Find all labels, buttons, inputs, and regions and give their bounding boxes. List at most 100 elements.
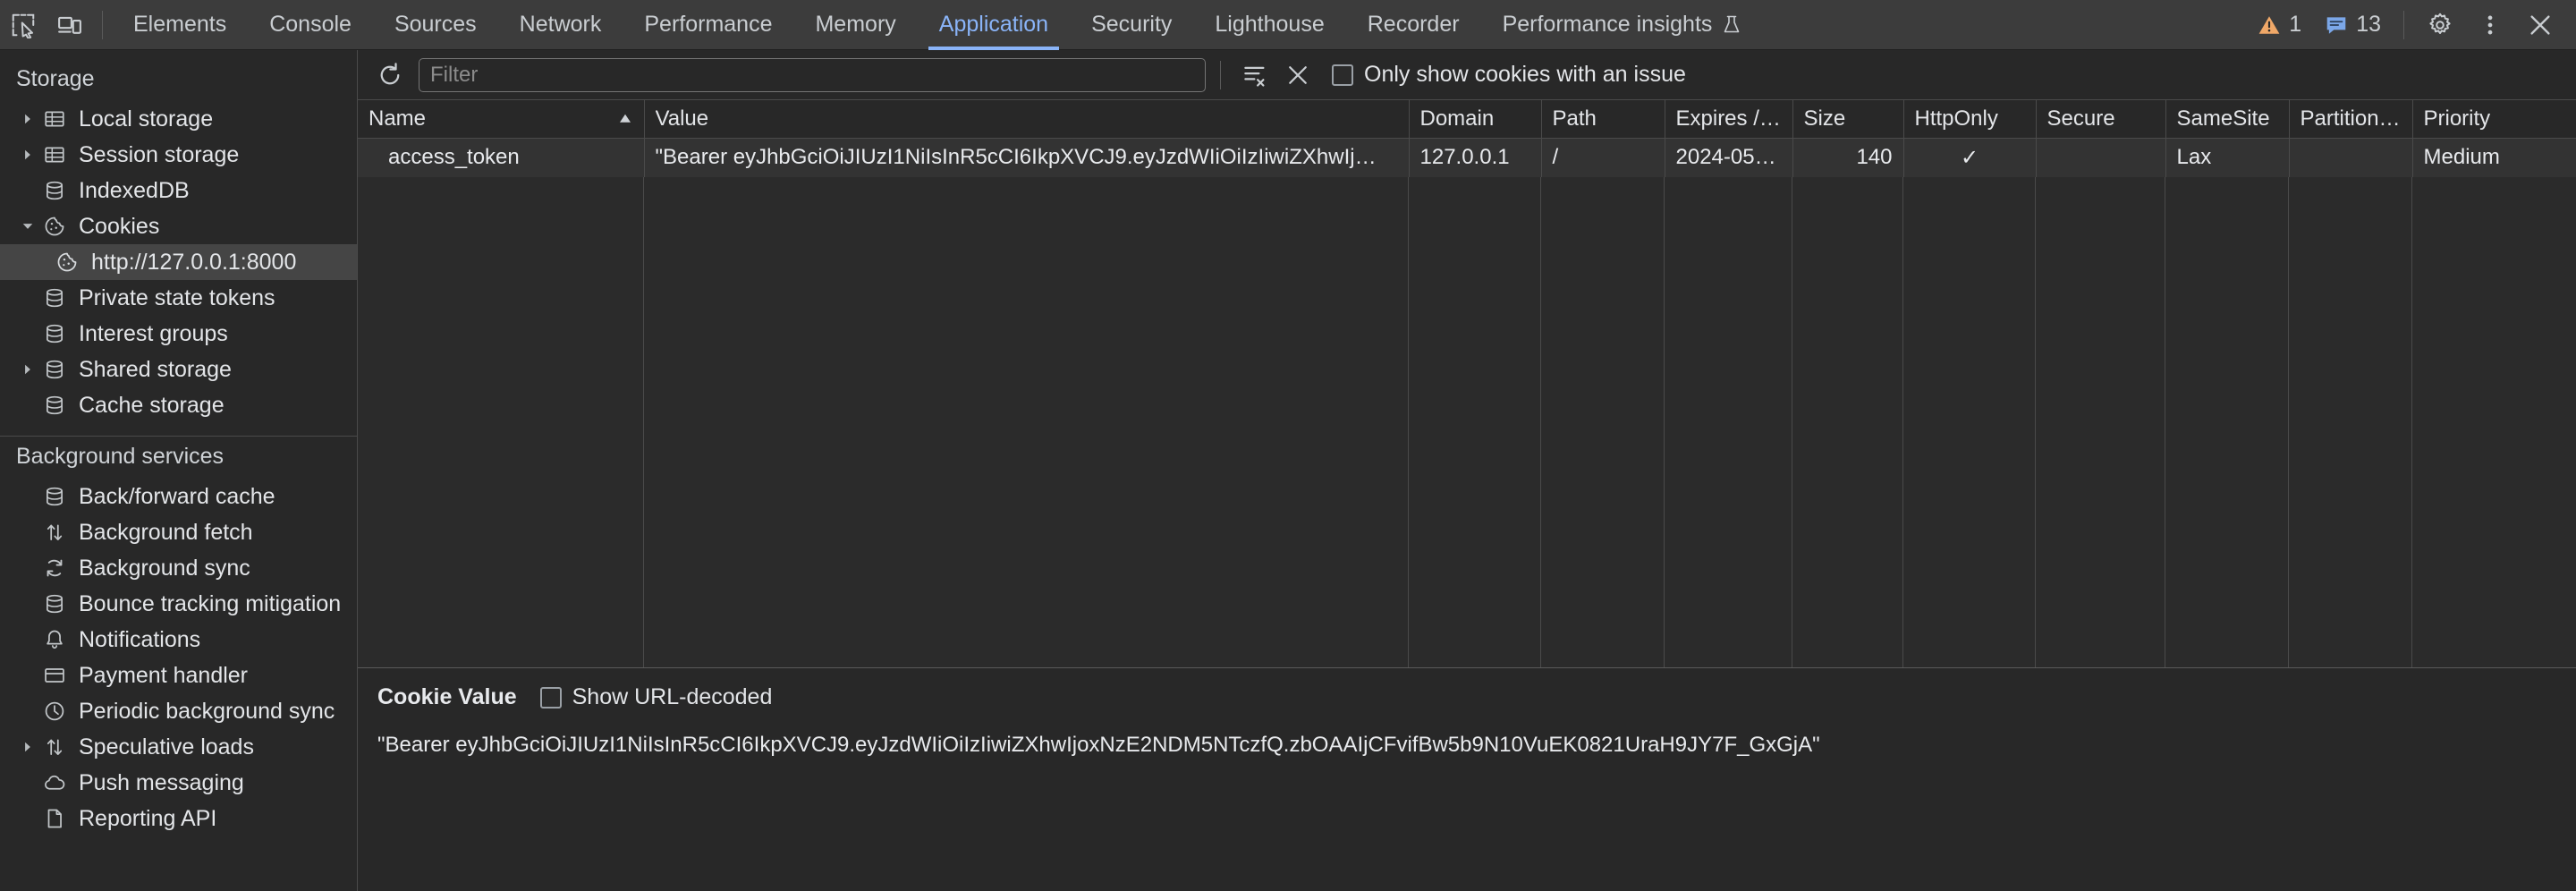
show-url-decoded-checkbox[interactable] <box>539 686 562 709</box>
clear-all-icon <box>1289 65 1307 84</box>
column-header-priority[interactable]: Priority <box>2412 100 2576 139</box>
document-icon <box>39 807 70 830</box>
cell-samesite: Lax <box>2165 138 2290 177</box>
sidebar-item-periodic-background-sync[interactable]: Periodic background sync <box>0 693 357 729</box>
cell-httponly: ✓ <box>1903 138 2037 177</box>
credit-card-icon <box>39 664 70 687</box>
sidebar-item-label: http://127.0.0.1:8000 <box>91 249 297 275</box>
column-label: Partition ... <box>2300 106 2402 131</box>
sidebar-item-notifications[interactable]: Notifications <box>0 622 357 658</box>
sidebar-item-cookies[interactable]: Cookies <box>0 208 357 244</box>
chevron-right-icon[interactable] <box>16 113 39 125</box>
tab-recorder[interactable]: Recorder <box>1346 0 1481 50</box>
filter-input[interactable] <box>419 57 1206 92</box>
sidebar-item-back-forward-cache[interactable]: Back/forward cache <box>0 479 357 514</box>
column-header-path[interactable]: Path <box>1541 100 1665 139</box>
column-header-size[interactable]: Size <box>1792 100 1904 139</box>
settings-button[interactable] <box>2417 2 2463 48</box>
cookie-value-text: "Bearer eyJhbGciOiJIUzI1NiIsInR5cCI6IkpX… <box>377 733 1820 757</box>
tab-elements[interactable]: Elements <box>112 0 248 50</box>
chevron-right-icon[interactable] <box>16 363 39 376</box>
sidebar-section-storage-title: Storage <box>16 66 95 91</box>
close-devtools-button[interactable] <box>2517 2 2563 48</box>
cookie-value-header: Cookie Value Show URL-decoded <box>377 684 2556 710</box>
table-icon <box>39 143 70 166</box>
only-issues-checkbox[interactable] <box>1332 64 1353 86</box>
cookies-table: Name Value Domain Path Expires / ... Siz… <box>358 100 2576 177</box>
tab-lighthouse[interactable]: Lighthouse <box>1193 0 1345 50</box>
warning-icon <box>2258 15 2280 34</box>
sidebar-item-shared-storage[interactable]: Shared storage <box>0 352 357 387</box>
tab-sources[interactable]: Sources <box>373 0 498 50</box>
toolbar-right-divider <box>2403 10 2404 39</box>
sidebar-item-payment-handler[interactable]: Payment handler <box>0 658 357 693</box>
clear-all-cookies-button[interactable] <box>1278 55 1318 95</box>
sidebar-item-reporting-api[interactable]: Reporting API <box>0 801 357 836</box>
sidebar-item-private-state-tokens[interactable]: Private state tokens <box>0 280 357 316</box>
cell-secure <box>2036 138 2166 177</box>
inspect-element-button[interactable] <box>0 2 47 48</box>
column-label: Priority <box>2423 106 2491 131</box>
column-header-domain[interactable]: Domain <box>1409 100 1542 139</box>
message-counter[interactable]: 13 <box>2315 5 2391 45</box>
sidebar-item-label: Private state tokens <box>79 284 275 310</box>
table-row[interactable]: access_token "Bearer eyJhbGciOiJIUzI1NiI… <box>358 138 2576 177</box>
updown-arrows-icon <box>39 735 70 759</box>
tab-memory[interactable]: Memory <box>793 0 917 50</box>
tab-label: Recorder <box>1367 12 1460 37</box>
warning-counter[interactable]: 1 <box>2248 5 2311 45</box>
sidebar-item-local-storage[interactable]: Local storage <box>0 101 357 137</box>
tab-security[interactable]: Security <box>1070 0 1193 50</box>
cell-partition <box>2289 138 2413 177</box>
cell-path: / <box>1541 138 1665 177</box>
sidebar-item-speculative-loads[interactable]: Speculative loads <box>0 729 357 765</box>
toolbar-right-controls: 1 13 <box>2248 2 2576 48</box>
column-header-httponly[interactable]: HttpOnly <box>1903 100 2037 139</box>
chevron-down-icon[interactable] <box>16 220 39 233</box>
tab-application[interactable]: Application <box>918 0 1070 50</box>
sidebar-item-label: Background sync <box>79 555 250 581</box>
sidebar-item-label: IndexedDB <box>79 177 190 203</box>
sidebar-item-push-messaging[interactable]: Push messaging <box>0 765 357 801</box>
column-header-expires[interactable]: Expires / ... <box>1665 100 1793 139</box>
cookies-filter-toolbar: Only show cookies with an issue <box>358 50 2576 100</box>
sidebar-item-interest-groups[interactable]: Interest groups <box>0 316 357 352</box>
chevron-right-icon[interactable] <box>16 741 39 753</box>
chevron-right-icon[interactable] <box>16 148 39 161</box>
only-issues-checkbox-wrapper[interactable]: Only show cookies with an issue <box>1326 62 1691 88</box>
sidebar-item-cache-storage[interactable]: Cache storage <box>0 387 357 423</box>
column-header-value[interactable]: Value <box>644 100 1410 139</box>
cell-expires: 2024-05… <box>1665 138 1793 177</box>
tab-label: Console <box>269 12 352 37</box>
bell-icon <box>39 628 70 651</box>
sidebar-item-session-storage[interactable]: Session storage <box>0 137 357 173</box>
column-header-partition[interactable]: Partition ... <box>2289 100 2413 139</box>
sidebar-item-cookie-origin[interactable]: http://127.0.0.1:8000 <box>0 244 357 280</box>
message-count: 13 <box>2356 12 2381 37</box>
more-options-button[interactable] <box>2467 2 2513 48</box>
column-label: Path <box>1552 106 1597 131</box>
refresh-cookies-button[interactable] <box>370 55 410 95</box>
sidebar-item-label: Background fetch <box>79 519 253 545</box>
column-header-samesite[interactable]: SameSite <box>2165 100 2290 139</box>
column-header-name[interactable]: Name <box>358 100 645 139</box>
clear-filtered-cookies-button[interactable] <box>1235 55 1275 95</box>
sidebar-item-indexeddb[interactable]: IndexedDB <box>0 173 357 208</box>
device-toolbar-button[interactable] <box>47 2 93 48</box>
database-icon <box>39 179 70 202</box>
show-url-decoded-wrapper[interactable]: Show URL-decoded <box>539 684 772 710</box>
sidebar-item-background-sync[interactable]: Background sync <box>0 550 357 586</box>
tab-console[interactable]: Console <box>248 0 373 50</box>
tab-performance[interactable]: Performance <box>623 0 793 50</box>
sidebar-item-label: Notifications <box>79 626 201 652</box>
sidebar-item-background-fetch[interactable]: Background fetch <box>0 514 357 550</box>
tab-network[interactable]: Network <box>498 0 623 50</box>
column-header-secure[interactable]: Secure <box>2036 100 2166 139</box>
tab-performance-insights[interactable]: Performance insights <box>1481 0 1765 50</box>
toolbar-divider <box>102 10 103 39</box>
sidebar-item-bounce-tracking-mitigation[interactable]: Bounce tracking mitigation <box>0 586 357 622</box>
clock-icon <box>39 700 70 723</box>
database-icon <box>39 358 70 381</box>
tab-label: Sources <box>394 12 477 37</box>
column-label: Secure <box>2046 106 2115 131</box>
